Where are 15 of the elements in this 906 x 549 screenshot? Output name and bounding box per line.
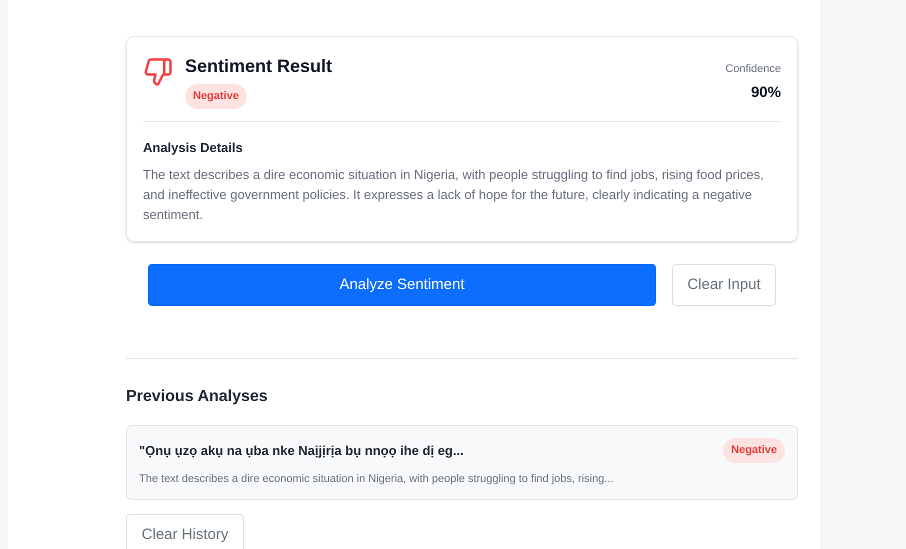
clear-input-button[interactable]: Clear Input xyxy=(672,264,776,306)
sentiment-label: Negative xyxy=(723,438,785,462)
analyze-button[interactable]: Analyze Sentiment xyxy=(148,264,656,306)
history-item-text: "Ọnụ ụzọ akụ na ụba nke Naịjịrịa bụ nnọọ ihe dị eg... xyxy=(139,442,464,460)
thumbs-down-icon xyxy=(143,57,173,87)
clear-history-button[interactable]: Clear History xyxy=(126,514,244,549)
confidence-label: Confidence xyxy=(725,62,781,77)
result-title: Sentiment Result xyxy=(185,55,332,78)
details-text: The text describes a dire economic situation in Nigeria, with people struggling to find jobs, rising food prices, and ineffective government policies. It expresses a lack of hope for the future, clearly indicating a negative sentiment. xyxy=(143,166,765,224)
history-item-summary: The text describes a dire economic situation in Nigeria, with people struggling to find jobs, rising... xyxy=(139,472,614,486)
history-item[interactable]: "Ọnụ ụzọ akụ na ụba nke Naịjịrịa bụ nnọọ ihe dị eg... Negative The text describes a dire economic situation in Nigeria, with people struggling to find jobs, rising... xyxy=(126,425,798,500)
details-heading: Analysis Details xyxy=(143,138,244,157)
confidence-value: 90% xyxy=(750,82,781,102)
history-heading: Previous Analyses xyxy=(126,387,269,407)
sentiment-label: Negative xyxy=(185,84,247,108)
